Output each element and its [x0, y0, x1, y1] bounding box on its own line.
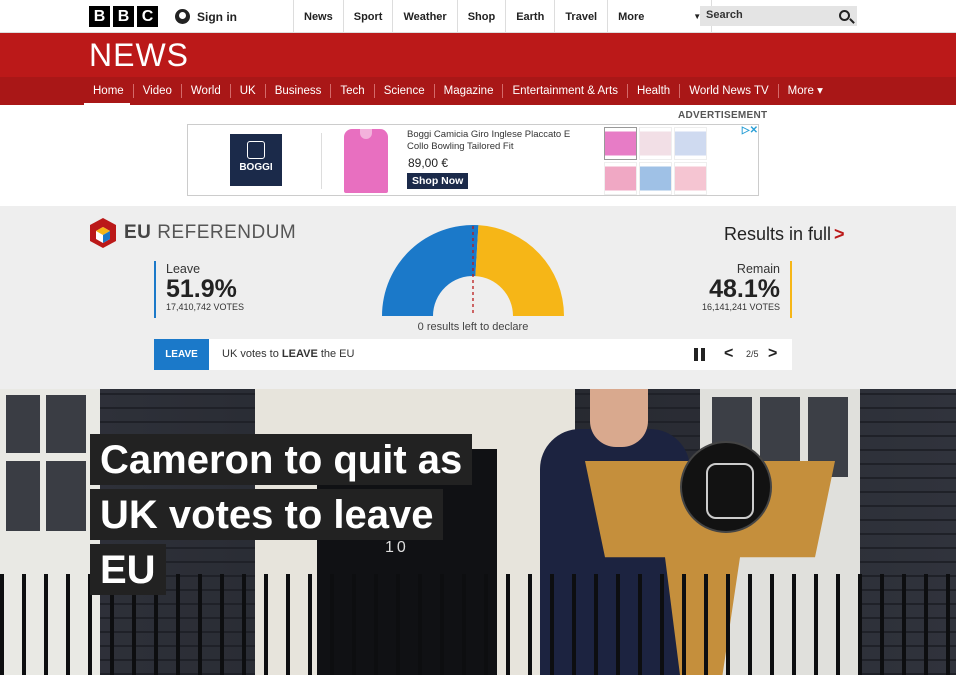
eu-title-prefix: EU — [124, 222, 152, 243]
eu-referendum-panel: EU REFERENDUM Results in full > Leave 51.… — [0, 206, 956, 389]
remain-label: Remain — [736, 262, 780, 276]
results-in-full-link[interactable]: Results in full > — [724, 224, 845, 245]
chevron-left-icon[interactable]: < — [724, 346, 733, 362]
news-nav-item[interactable]: Tech — [330, 84, 373, 98]
bbc-logo-letter: C — [137, 6, 158, 27]
news-ticker: LEAVE UK votes to LEAVE the EU < 2/5 > — [154, 339, 792, 370]
remain-votes: 16,141,241 VOTES — [701, 302, 780, 312]
shirt-image[interactable] — [344, 129, 388, 193]
headline-line: EU — [90, 544, 166, 595]
ad-price: 89,00 € — [408, 156, 449, 170]
news-nav-item[interactable]: Video — [132, 84, 181, 98]
news-nav-item[interactable]: World — [180, 84, 230, 98]
news-nav-item[interactable]: World News TV — [679, 84, 777, 98]
eu-title-suffix: REFERENDUM — [157, 222, 297, 243]
shirt-thumbnail[interactable] — [604, 162, 637, 195]
active-tab-indicator — [84, 103, 130, 105]
eu-referendum-logo-icon — [90, 218, 116, 248]
ticker-counter: 2/5 — [746, 349, 759, 359]
ad-product-title[interactable]: Boggi Camicia Giro Inglese Placcato E Co… — [407, 129, 587, 153]
global-nav: News Sport Weather Shop Earth Travel Mor… — [293, 0, 713, 33]
adchoices-icon[interactable]: ▷✕ — [742, 125, 758, 136]
eu-referendum-title[interactable]: EU REFERENDUM — [124, 222, 296, 244]
leave-votes: 17,410,742 VOTES — [166, 302, 245, 312]
search-input[interactable]: Search — [700, 6, 857, 26]
ticker-msg-post: the EU — [317, 348, 355, 360]
news-nav-item[interactable]: Home — [84, 84, 133, 98]
bbc-global-bar: B B C Sign in News Sport Weather Shop Ea… — [0, 0, 956, 33]
news-header: NEWS — [0, 33, 956, 77]
leave-label: Leave — [166, 262, 201, 276]
results-link-label: Results in full — [724, 224, 832, 244]
global-nav-more-label: More — [618, 10, 645, 23]
speaker-head — [590, 389, 648, 447]
global-nav-more[interactable]: More ▼ — [607, 0, 713, 33]
bbc-logo-letter: B — [89, 6, 110, 27]
global-nav-sport[interactable]: Sport — [342, 0, 393, 33]
shirt-thumbnail[interactable] — [604, 127, 637, 160]
bbc-logo[interactable]: B B C — [89, 6, 158, 27]
search-placeholder: Search — [706, 9, 743, 21]
result-semicircle-chart — [382, 225, 564, 316]
user-icon — [175, 9, 190, 24]
chevron-right-icon[interactable]: > — [768, 346, 777, 362]
chevron-right-icon: > — [834, 224, 845, 244]
global-nav-weather[interactable]: Weather — [392, 0, 456, 33]
headline-line: Cameron to quit as — [90, 434, 473, 485]
sign-in-label: Sign in — [197, 9, 237, 24]
pause-icon[interactable] — [694, 348, 706, 361]
leave-arc — [382, 225, 479, 316]
global-nav-travel[interactable]: Travel — [554, 0, 607, 33]
hero-headline[interactable]: Cameron to quit as UK votes to leave EU — [90, 434, 480, 599]
shirt-thumbnail[interactable] — [639, 162, 672, 195]
ticker-message[interactable]: UK votes to LEAVE the EU — [222, 348, 354, 360]
bbc-logo-letter: B — [113, 6, 134, 27]
news-nav-item[interactable]: More ▾ — [777, 84, 832, 98]
boggi-crest-icon — [247, 141, 265, 159]
boggi-logo[interactable]: BOGGI — [230, 134, 282, 186]
ticker-msg-pre: UK votes to — [222, 348, 282, 360]
ad-thumbnails — [604, 127, 708, 195]
news-title[interactable]: NEWS — [89, 37, 189, 74]
boggi-brand: BOGGI — [239, 162, 273, 173]
news-nav-item[interactable]: Business — [264, 84, 331, 98]
shirt-thumbnail[interactable] — [674, 127, 707, 160]
global-nav-earth[interactable]: Earth — [505, 0, 554, 33]
advertisement-label: ADVERTISEMENT — [678, 110, 768, 121]
shirt-thumbnail[interactable] — [639, 127, 672, 160]
news-nav-item[interactable]: Health — [626, 84, 679, 98]
news-nav-item[interactable]: UK — [229, 84, 265, 98]
ad-divider — [321, 133, 322, 189]
royal-crest-icon — [680, 441, 772, 533]
leave-percent: 51.9% — [166, 275, 237, 303]
news-nav-item[interactable]: Magazine — [433, 84, 503, 98]
ticker-tag: LEAVE — [154, 339, 209, 370]
headline-line: UK votes to leave — [90, 489, 444, 540]
shop-now-button[interactable]: Shop Now — [407, 173, 469, 189]
remain-arc — [475, 225, 564, 316]
global-nav-shop[interactable]: Shop — [456, 0, 506, 33]
search-icon[interactable] — [839, 10, 850, 21]
shirt-thumbnail[interactable] — [674, 162, 707, 195]
global-nav-news[interactable]: News — [293, 0, 343, 33]
results-left-text: 0 results left to declare — [417, 321, 529, 333]
remain-percent: 48.1% — [709, 275, 780, 303]
news-nav-item[interactable]: Entertainment & Arts — [502, 84, 626, 98]
news-nav: Home Video World UK Business Tech Science Magaz… — [0, 77, 956, 105]
ticker-msg-bold: LEAVE — [281, 348, 318, 360]
leave-result: Leave 51.9% 17,410,742 VOTES — [154, 261, 244, 318]
remain-result: Remain 48.1% 16,141,241 VOTES — [690, 261, 792, 318]
sign-in-link[interactable]: Sign in — [175, 0, 237, 33]
advertisement-banner[interactable]: BOGGI Boggi Camicia Giro Inglese Placcat… — [187, 124, 759, 196]
news-nav-item[interactable]: Science — [373, 84, 434, 98]
